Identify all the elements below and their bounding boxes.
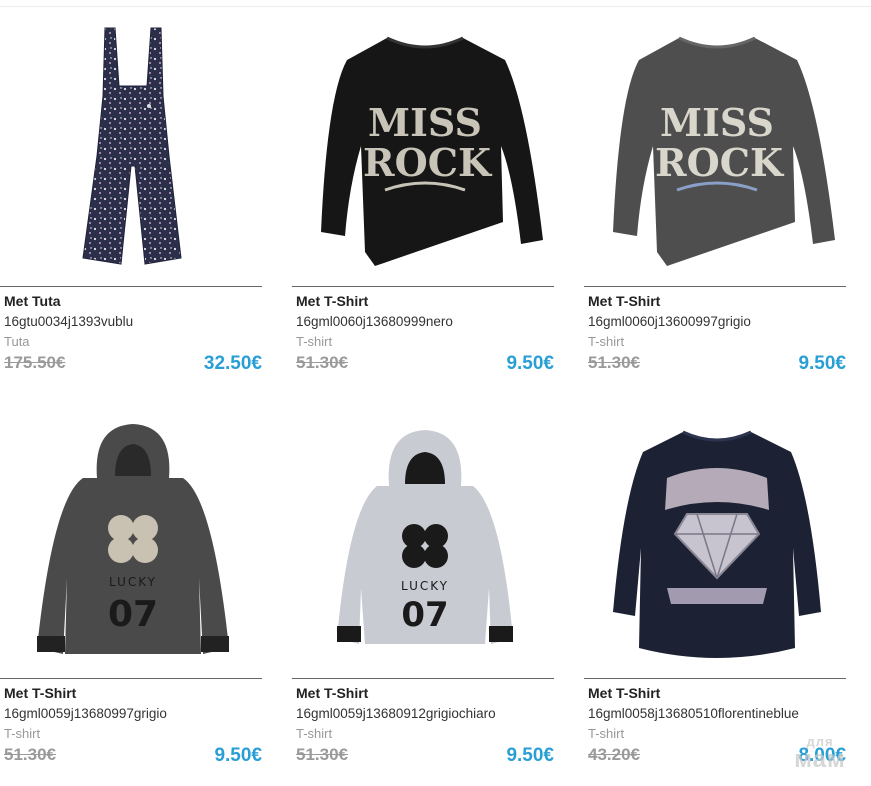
old-price: 43.20€ [588,745,640,764]
divider [584,678,846,679]
product-card[interactable]: MISS ROCK Met T-Shirt 16gml0060j13680999… [292,20,558,390]
divider [0,678,262,679]
product-name[interactable]: Met T-Shirt [296,293,368,309]
product-card[interactable]: MISS ROCK Met T-Shirt 16gml0060j13600997… [584,20,850,390]
product-code: 16gml0059j13680912grigiochiaro [296,706,496,721]
product-name[interactable]: Met Tuta [4,293,61,309]
product-code: 16gml0060j13680999nero [296,314,453,329]
hoodie-lucky-image: LUCKY 07 [337,430,513,644]
product-card[interactable]: LUCKY 07 Met T-Shirt 16gml0059j13680997g… [0,412,266,782]
sale-price: 9.50€ [214,745,262,766]
watermark-logo: для мам [785,735,855,772]
svg-text:MISS: MISS [368,100,482,145]
product-code: 16gml0060j13600997grigio [588,314,751,329]
product-card[interactable]: LUCKY 07 Met T-Shirt 16gml0059j13680912g… [292,412,558,782]
svg-text:LUCKY: LUCKY [401,579,449,593]
product-category: T-shirt [4,726,41,741]
product-image[interactable]: MISS ROCK [584,20,850,282]
watermark-bottom: мам [794,746,846,773]
product-card[interactable]: Met Tuta 16gtu0034j1393vublu Tuta 175.50… [0,20,266,390]
product-category: T-shirt [588,726,625,741]
product-image[interactable] [584,412,850,674]
old-price: 51.30€ [588,353,640,372]
product-code: 16gml0058j13680510florentineblue [588,706,799,721]
product-category: Tuta [4,334,30,349]
divider [0,286,262,287]
product-image[interactable]: LUCKY 07 [292,412,558,674]
product-code: 16gtu0034j1393vublu [4,314,134,329]
divider [584,286,846,287]
old-price: 51.30€ [296,353,348,372]
product-category: T-shirt [296,726,333,741]
jumpsuit-image [82,27,182,265]
product-category: T-shirt [588,334,625,349]
divider [292,678,554,679]
shirt-miss-rock-image: MISS ROCK [613,36,835,266]
top-border [0,0,871,7]
product-name[interactable]: Met T-Shirt [588,685,660,701]
product-image[interactable]: MISS ROCK [292,20,558,282]
hoodie-lucky-image: LUCKY 07 [37,424,229,654]
svg-text:ROCK: ROCK [655,140,785,185]
product-name[interactable]: Met T-Shirt [588,293,660,309]
sale-price: 9.50€ [798,353,846,374]
product-name[interactable]: Met T-Shirt [296,685,368,701]
product-image[interactable] [0,20,266,282]
svg-text:ROCK: ROCK [363,140,493,185]
svg-text:07: 07 [401,595,448,635]
divider [292,286,554,287]
shirt-miss-rock-image: MISS ROCK [321,36,543,266]
product-code: 16gml0059j13680997grigio [4,706,167,721]
svg-text:07: 07 [108,594,158,635]
svg-text:MISS: MISS [660,100,774,145]
svg-text:LUCKY: LUCKY [109,575,157,589]
shirt-diamond-image [613,430,821,658]
sale-price: 9.50€ [506,745,554,766]
product-card[interactable]: Met T-Shirt 16gml0058j13680510florentine… [584,412,850,782]
sale-price: 32.50€ [203,353,262,374]
old-price: 175.50€ [4,353,66,372]
product-name[interactable]: Met T-Shirt [4,685,76,701]
product-category: T-shirt [296,334,333,349]
old-price: 51.30€ [296,745,348,764]
old-price: 51.30€ [4,745,56,764]
product-image[interactable]: LUCKY 07 [0,412,266,674]
sale-price: 9.50€ [506,353,554,374]
